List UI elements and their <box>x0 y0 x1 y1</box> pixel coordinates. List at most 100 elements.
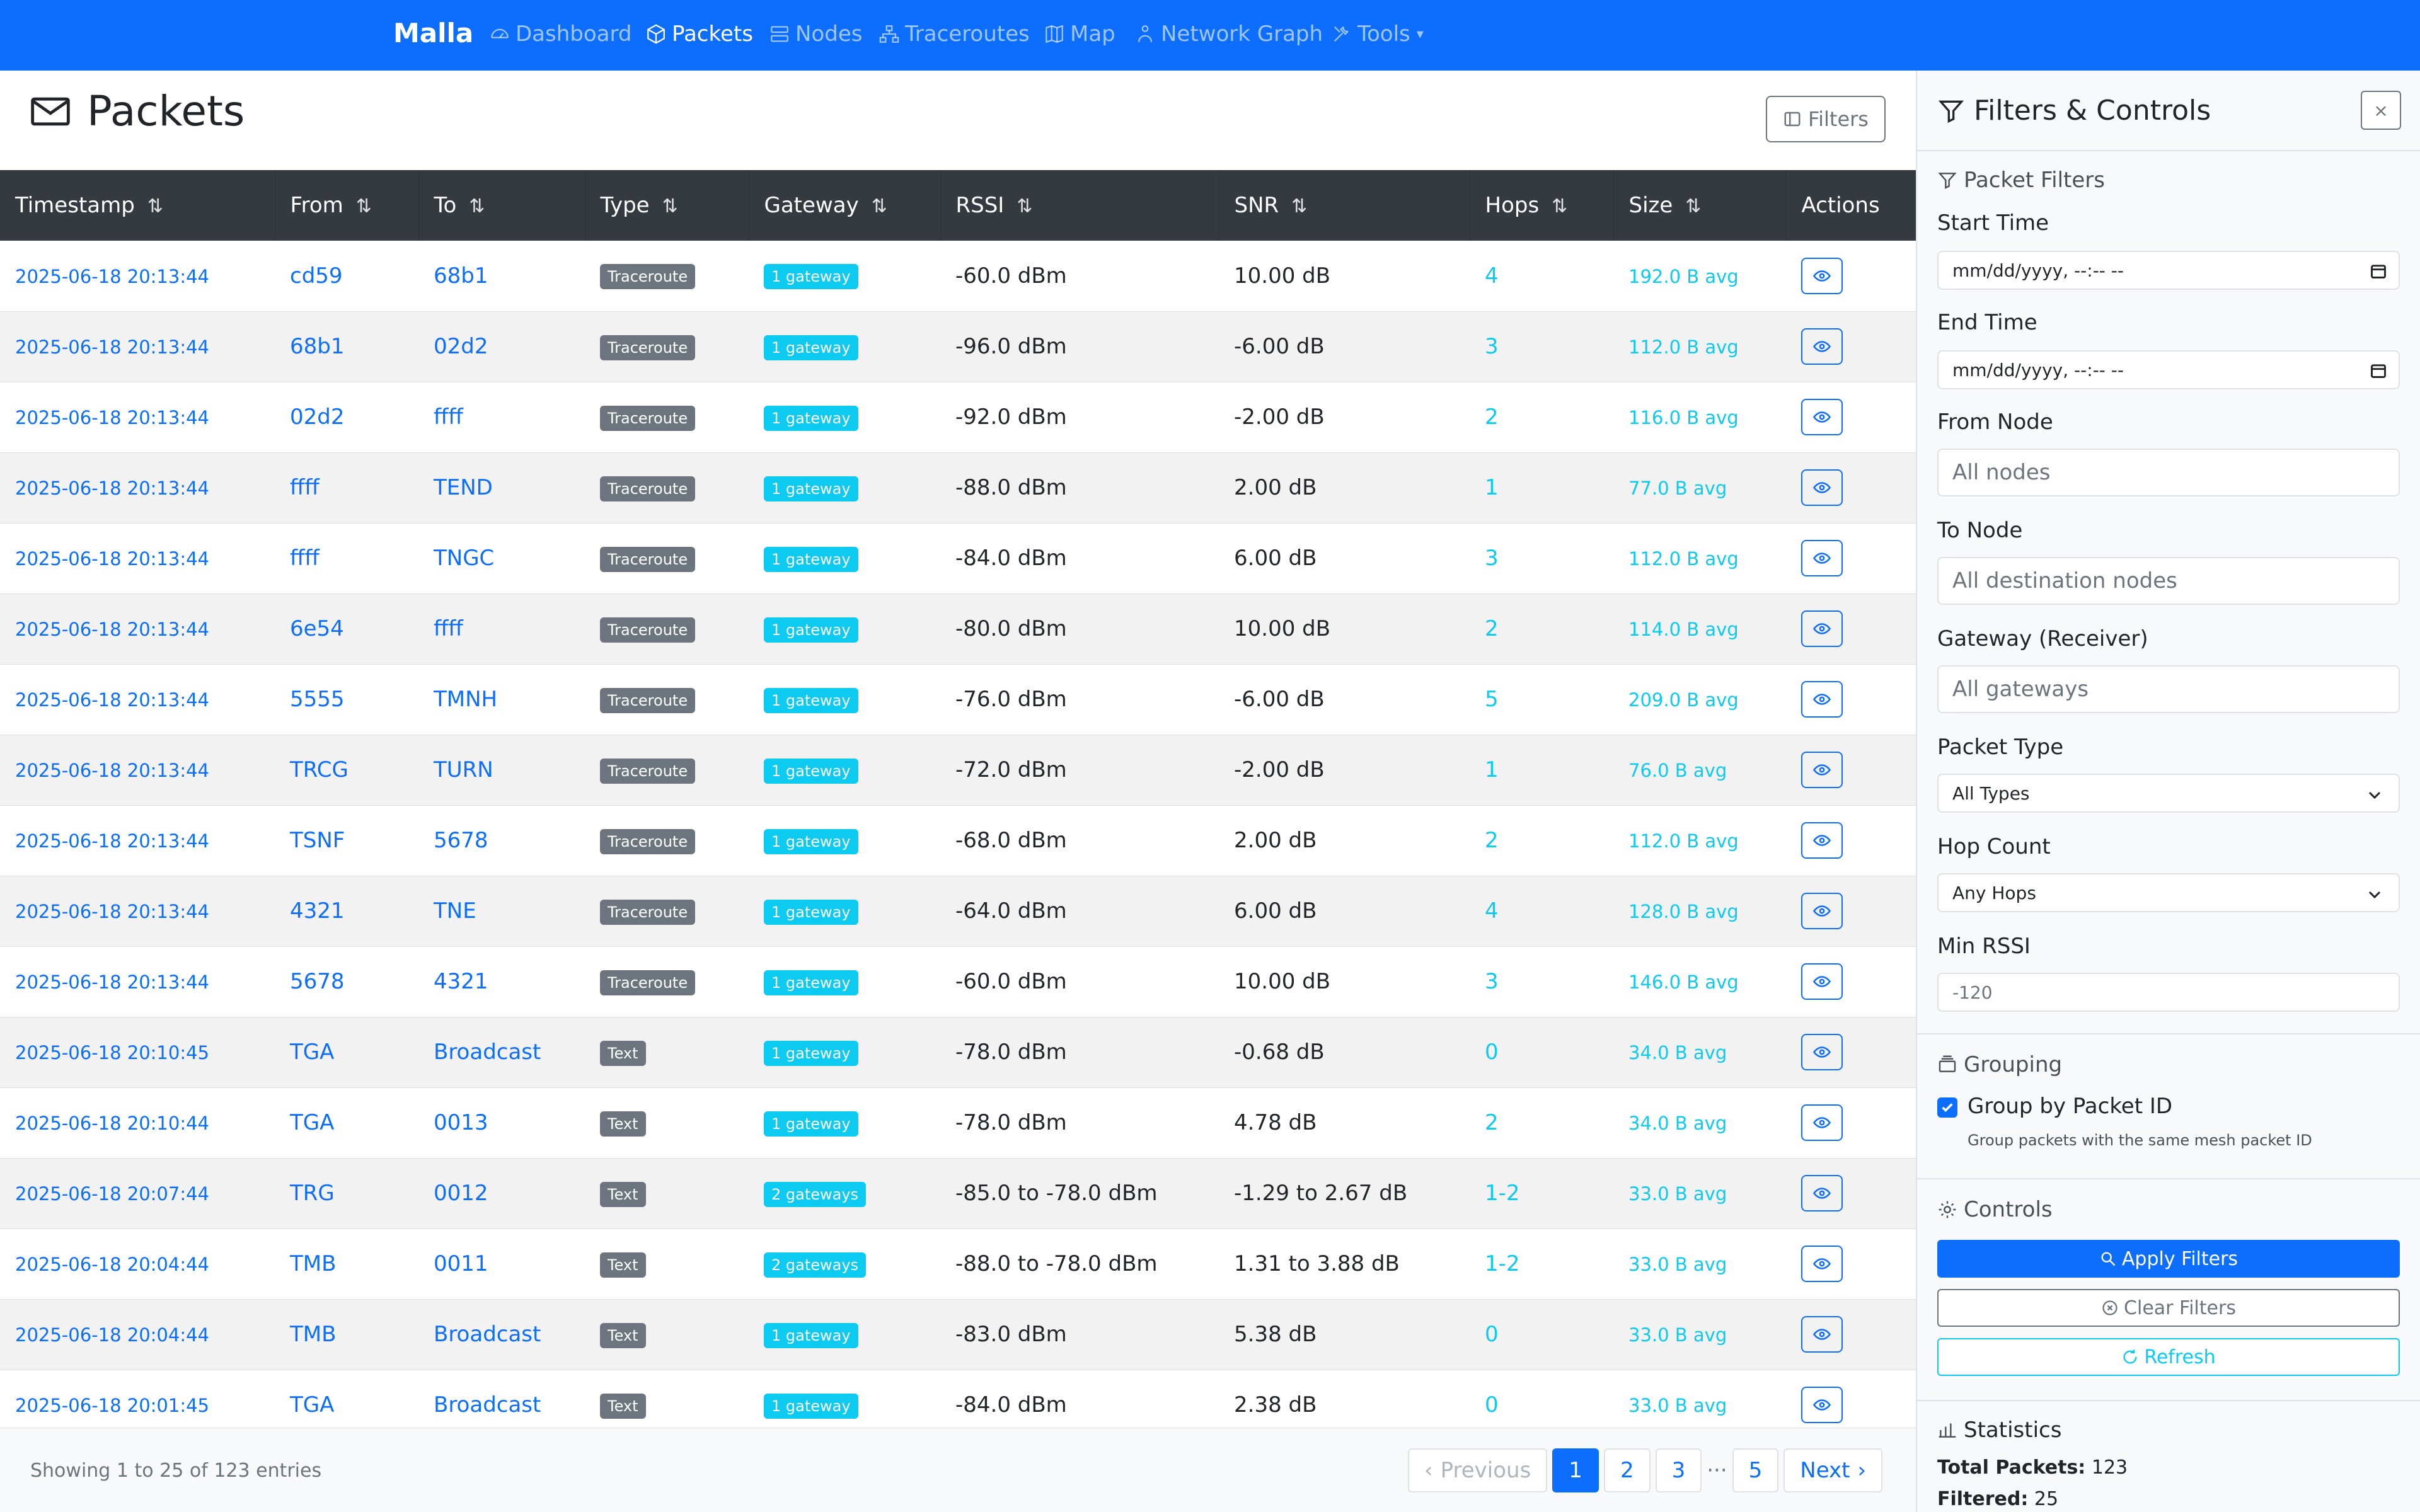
to-node-link[interactable]: 4321 <box>434 969 488 994</box>
nav-traceroutes[interactable]: Traceroutes <box>879 21 1030 47</box>
sort-icon[interactable]: ⇅ <box>872 195 887 217</box>
view-packet-button[interactable] <box>1801 963 1843 1000</box>
calendar-icon[interactable] <box>2370 362 2387 379</box>
view-packet-button[interactable] <box>1801 1246 1843 1282</box>
view-packet-button[interactable] <box>1801 1034 1843 1070</box>
view-packet-button[interactable] <box>1801 752 1843 788</box>
to-node-link[interactable]: ffff <box>434 616 463 641</box>
column-header[interactable]: RSSI ⇅ <box>940 170 1219 241</box>
to-node-link[interactable]: TEND <box>434 475 493 500</box>
nav-dashboard[interactable]: Dashboard <box>489 21 631 47</box>
timestamp-link[interactable]: 2025-06-18 20:04:44 <box>15 1324 209 1346</box>
column-header[interactable]: Timestamp ⇅ <box>0 170 275 241</box>
view-packet-button[interactable] <box>1801 893 1843 929</box>
view-packet-button[interactable] <box>1801 610 1843 647</box>
to-node-link[interactable]: 68b1 <box>434 263 488 289</box>
view-packet-button[interactable] <box>1801 257 1843 294</box>
timestamp-link[interactable]: 2025-06-18 20:13:44 <box>15 830 209 852</box>
from-node-link[interactable]: 6e54 <box>290 616 344 641</box>
timestamp-link[interactable]: 2025-06-18 20:07:44 <box>15 1183 209 1205</box>
view-packet-button[interactable] <box>1801 1316 1843 1353</box>
from-node-link[interactable]: TRCG <box>290 757 349 782</box>
close-sidebar-button[interactable]: × <box>2361 91 2401 130</box>
timestamp-link[interactable]: 2025-06-18 20:01:45 <box>15 1395 209 1416</box>
from-node-link[interactable]: TGA <box>290 1392 334 1418</box>
calendar-icon[interactable] <box>2370 262 2387 280</box>
nav-network-graph[interactable]: Network Graph <box>1134 21 1323 47</box>
from-node-link[interactable]: 02d2 <box>290 404 344 430</box>
to-node-link[interactable]: 5678 <box>434 828 488 853</box>
view-packet-button[interactable] <box>1801 469 1843 506</box>
to-node-link[interactable]: Broadcast <box>434 1322 541 1347</box>
from-node-link[interactable]: 4321 <box>290 898 345 924</box>
timestamp-link[interactable]: 2025-06-18 20:13:44 <box>15 407 209 428</box>
min-rssi-input[interactable]: -120 <box>1937 973 2400 1012</box>
page-button-2[interactable]: 2 <box>1603 1448 1651 1492</box>
column-header[interactable]: Hops ⇅ <box>1470 170 1614 241</box>
to-node-link[interactable]: Broadcast <box>434 1040 541 1065</box>
start-time-input[interactable]: mm/dd/yyyy, --:-- -- <box>1937 251 2400 290</box>
view-packet-button[interactable] <box>1801 822 1843 859</box>
timestamp-link[interactable]: 2025-06-18 20:13:44 <box>15 478 209 499</box>
from-node-link[interactable]: cd59 <box>290 263 343 289</box>
end-time-input[interactable]: mm/dd/yyyy, --:-- -- <box>1937 350 2400 389</box>
sort-icon[interactable]: ⇅ <box>147 195 163 217</box>
to-node-link[interactable]: 0012 <box>434 1181 488 1206</box>
column-header[interactable]: SNR ⇅ <box>1219 170 1470 241</box>
page-button-1[interactable]: 1 <box>1552 1448 1599 1492</box>
apply-filters-button[interactable]: Apply Filters <box>1937 1240 2400 1278</box>
column-header[interactable]: From ⇅ <box>275 170 419 241</box>
column-header[interactable]: To ⇅ <box>418 170 585 241</box>
previous-page-button[interactable]: ‹ Previous <box>1408 1448 1548 1492</box>
from-node-link[interactable]: TMB <box>290 1251 336 1276</box>
to-node-link[interactable]: TNE <box>434 898 476 924</box>
to-node-link[interactable]: TNGC <box>434 546 494 571</box>
from-node-input[interactable]: All nodes <box>1937 449 2400 496</box>
view-packet-button[interactable] <box>1801 540 1843 576</box>
toggle-filters-button[interactable]: Filters <box>1766 96 1886 142</box>
sort-icon[interactable]: ⇅ <box>469 195 485 217</box>
page-button-5[interactable]: 5 <box>1732 1448 1779 1492</box>
to-node-link[interactable]: ffff <box>434 404 463 430</box>
view-packet-button[interactable] <box>1801 681 1843 718</box>
from-node-link[interactable]: 5555 <box>290 687 345 712</box>
page-button-3[interactable]: 3 <box>1655 1448 1702 1492</box>
column-header[interactable]: Gateway ⇅ <box>749 170 941 241</box>
to-node-input[interactable]: All destination nodes <box>1937 557 2400 605</box>
to-node-link[interactable]: TMNH <box>434 687 497 712</box>
nav-nodes[interactable]: Nodes <box>769 21 862 47</box>
timestamp-link[interactable]: 2025-06-18 20:13:44 <box>15 266 209 287</box>
gateway-input[interactable]: All gateways <box>1937 665 2400 713</box>
to-node-link[interactable]: 0011 <box>434 1251 488 1276</box>
next-page-button[interactable]: Next › <box>1783 1448 1883 1492</box>
from-node-link[interactable]: TGA <box>290 1110 334 1135</box>
from-node-link[interactable]: TGA <box>290 1040 334 1065</box>
from-node-link[interactable]: TRG <box>290 1181 335 1206</box>
sort-icon[interactable]: ⇅ <box>1552 195 1567 217</box>
from-node-link[interactable]: ffff <box>290 475 320 500</box>
timestamp-link[interactable]: 2025-06-18 20:10:44 <box>15 1113 209 1134</box>
timestamp-link[interactable]: 2025-06-18 20:13:44 <box>15 901 209 922</box>
brand-logo[interactable]: Malla <box>393 18 473 49</box>
nav-map[interactable]: Map <box>1044 21 1115 47</box>
to-node-link[interactable]: 0013 <box>434 1110 488 1135</box>
sort-icon[interactable]: ⇅ <box>1291 195 1307 217</box>
sort-icon[interactable]: ⇅ <box>356 195 372 217</box>
view-packet-button[interactable] <box>1801 1387 1843 1423</box>
from-node-link[interactable]: 5678 <box>290 969 345 994</box>
sort-icon[interactable]: ⇅ <box>1017 195 1032 217</box>
packet-type-select[interactable]: All Types <box>1937 774 2400 813</box>
timestamp-link[interactable]: 2025-06-18 20:13:44 <box>15 548 209 570</box>
column-header[interactable]: Size ⇅ <box>1613 170 1787 241</box>
from-node-link[interactable]: ffff <box>290 546 320 571</box>
timestamp-link[interactable]: 2025-06-18 20:13:44 <box>15 619 209 640</box>
timestamp-link[interactable]: 2025-06-18 20:04:44 <box>15 1254 209 1275</box>
hop-count-select[interactable]: Any Hops <box>1937 873 2400 912</box>
timestamp-link[interactable]: 2025-06-18 20:13:44 <box>15 336 209 358</box>
timestamp-link[interactable]: 2025-06-18 20:13:44 <box>15 689 209 711</box>
timestamp-link[interactable]: 2025-06-18 20:10:45 <box>15 1042 209 1063</box>
timestamp-link[interactable]: 2025-06-18 20:13:44 <box>15 971 209 993</box>
column-header[interactable]: Actions <box>1786 170 1916 241</box>
clear-filters-button[interactable]: Clear Filters <box>1937 1289 2400 1327</box>
sort-icon[interactable]: ⇅ <box>1685 195 1701 217</box>
